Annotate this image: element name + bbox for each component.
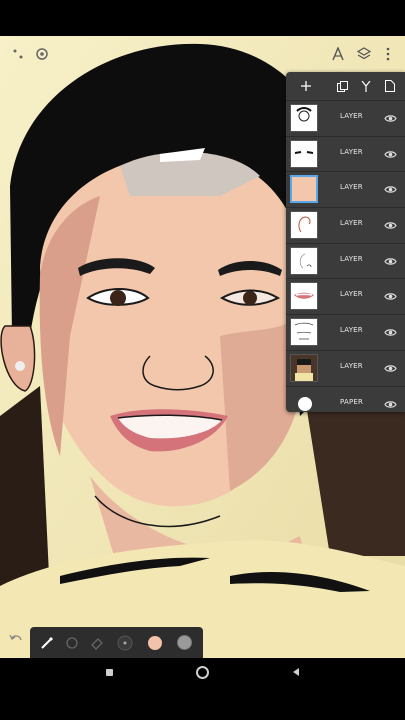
primary-color-swatch[interactable]	[146, 634, 163, 651]
brush-size-icon[interactable]	[116, 634, 133, 651]
layer-row[interactable]: LAYER	[286, 314, 405, 350]
layer-label: LAYER	[340, 147, 363, 156]
layer-thumbnail	[290, 175, 318, 204]
layer-label: LAYER	[340, 361, 363, 370]
undo-icon[interactable]	[8, 632, 24, 648]
eye-icon[interactable]	[384, 398, 397, 411]
layer-thumbnail	[290, 353, 318, 382]
layer-row[interactable]: LAYER	[286, 100, 405, 136]
eye-icon[interactable]	[384, 183, 397, 196]
recents-icon[interactable]	[101, 664, 117, 680]
eye-icon[interactable]	[384, 290, 397, 303]
layers-toolbar	[286, 72, 405, 100]
layer-row[interactable]: LAYER	[286, 349, 405, 386]
layer-thumbnail	[290, 282, 318, 311]
paper-label: PAPER	[340, 397, 364, 406]
top-toolbar	[0, 36, 405, 72]
brush-icon[interactable]	[38, 634, 55, 651]
layer-label: LAYER	[340, 183, 363, 192]
layer-label: LAYER	[340, 219, 363, 228]
home-icon[interactable]	[194, 664, 210, 680]
layer-thumbnail	[290, 139, 318, 168]
layer-row[interactable]: LAYER	[286, 278, 405, 314]
layer-thumbnail	[290, 318, 318, 347]
brush-toolbar	[30, 627, 203, 658]
more-icon[interactable]	[378, 44, 398, 64]
grip-icon[interactable]	[8, 44, 28, 64]
add-layer-icon[interactable]	[298, 78, 314, 94]
layers-panel: LAYER LAYER LAYER LAYER LAYER LAYER LAYE…	[286, 72, 405, 412]
layer-row[interactable]: LAYER	[286, 242, 405, 279]
layer-thumbnail	[290, 104, 318, 132]
merge-icon[interactable]	[358, 78, 374, 94]
layer-label: LAYER	[340, 254, 363, 263]
eye-icon[interactable]	[384, 326, 397, 339]
eye-icon[interactable]	[384, 362, 397, 375]
layer-label: LAYER	[340, 290, 363, 299]
layer-row-selected[interactable]: LAYER	[286, 171, 405, 207]
duplicate-icon[interactable]	[334, 78, 350, 94]
layers-icon[interactable]	[354, 44, 374, 64]
layer-label: LAYER	[340, 326, 363, 335]
eye-icon[interactable]	[384, 112, 397, 125]
paper-row[interactable]: PAPER	[286, 385, 405, 422]
eraser-icon[interactable]	[88, 634, 105, 651]
layer-label: LAYER	[340, 112, 363, 120]
settings-icon[interactable]	[32, 44, 52, 64]
paper-color-swatch[interactable]	[298, 396, 312, 411]
layer-thumbnail	[290, 246, 318, 275]
secondary-color-swatch[interactable]	[176, 634, 193, 651]
eye-icon[interactable]	[384, 255, 397, 268]
smudge-icon[interactable]	[63, 634, 80, 651]
layer-thumbnail	[290, 211, 318, 240]
symmetry-icon[interactable]	[328, 44, 348, 64]
layer-row[interactable]: LAYER	[286, 207, 405, 243]
back-icon[interactable]	[288, 664, 304, 680]
file-icon[interactable]	[382, 78, 398, 94]
system-navbar	[0, 658, 405, 686]
layer-row[interactable]: LAYER	[286, 135, 405, 172]
eye-icon[interactable]	[384, 219, 397, 232]
eye-icon[interactable]	[384, 148, 397, 161]
